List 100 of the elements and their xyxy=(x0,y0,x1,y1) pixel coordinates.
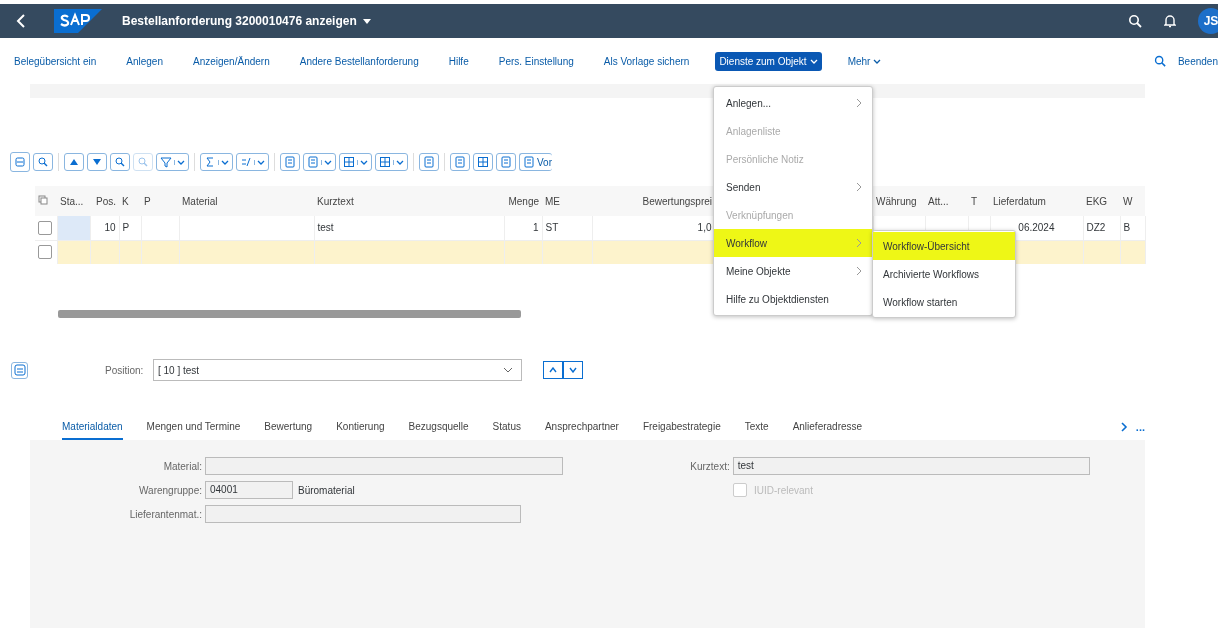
menu-item[interactable]: Workflow xyxy=(714,229,872,257)
menu-item[interactable]: Senden xyxy=(714,173,872,201)
menu-item[interactable]: Hilfe zu Objektdiensten xyxy=(714,285,872,313)
row-checkbox[interactable] xyxy=(38,220,52,235)
field-label: Warengruppe: xyxy=(138,484,202,496)
column-header[interactable]: ME xyxy=(545,195,560,207)
exit-button[interactable]: Beenden xyxy=(1173,51,1218,71)
tab[interactable]: Bewertung xyxy=(264,414,313,440)
input-field[interactable]: 04001 xyxy=(205,481,293,499)
column-header[interactable]: W xyxy=(1123,195,1133,207)
table-cell: B xyxy=(1123,222,1131,234)
toolbar-button[interactable]: Anzeigen/Ändern xyxy=(189,51,274,71)
table-cell: ST xyxy=(545,222,559,234)
grid-icon xyxy=(343,156,355,168)
toolbar-button[interactable]: Anlegen xyxy=(122,51,167,71)
layout-button[interactable] xyxy=(11,361,28,379)
grid-icon xyxy=(477,156,489,168)
document-icon xyxy=(423,156,435,168)
menu-item[interactable]: Meine Objekte xyxy=(714,257,872,285)
toolbar-button[interactable]: Belegübersicht ein xyxy=(10,51,101,71)
menu-item[interactable]: Anlegen... xyxy=(714,89,872,117)
tab[interactable]: Status xyxy=(492,414,521,440)
bell-icon[interactable] xyxy=(1164,14,1176,28)
column-header[interactable]: P xyxy=(144,195,151,207)
row-checkbox[interactable] xyxy=(38,245,52,260)
input-field[interactable] xyxy=(205,505,521,523)
menu-item[interactable]: Archivierte Workflows xyxy=(873,260,1015,288)
tab[interactable]: Bezugsquelle xyxy=(408,414,469,440)
caret-icon xyxy=(362,18,371,24)
toolbar-button[interactable]: Als Vorlage sichern xyxy=(599,51,694,71)
position-select[interactable]: [ 10 ] test xyxy=(153,359,522,381)
document-button[interactable] xyxy=(303,153,336,171)
search-icon[interactable] xyxy=(1128,14,1142,28)
triangle-up-button[interactable] xyxy=(64,153,84,171)
column-header[interactable]: Att... xyxy=(928,195,949,207)
toolbar-button[interactable]: Andere Bestellanforderung xyxy=(295,51,423,71)
zoom-icon xyxy=(37,156,49,168)
chevron-down-icon xyxy=(218,159,229,165)
tab[interactable]: Ansprechpartner xyxy=(544,414,619,440)
menu-button[interactable]: Mehr xyxy=(843,51,886,71)
menu-button[interactable]: Dienste zum Objekt xyxy=(715,51,822,71)
menu-item[interactable]: Workflow starten xyxy=(873,288,1015,316)
grid-button[interactable] xyxy=(339,153,372,171)
field-label: Position: xyxy=(105,364,145,376)
field-label: Kurztext: xyxy=(689,460,730,472)
fraction-button[interactable] xyxy=(236,153,269,171)
document-button[interactable] xyxy=(280,153,300,171)
select-all-icon xyxy=(38,195,48,205)
toolbar-button[interactable]: Hilfe xyxy=(444,51,473,71)
layout-button[interactable] xyxy=(10,152,30,172)
next-button[interactable] xyxy=(563,361,583,379)
document-button[interactable] xyxy=(496,153,516,171)
chevron-down-icon xyxy=(873,58,882,64)
chevron-up-icon xyxy=(549,367,557,373)
toolbar-button[interactable]: Pers. Einstellung xyxy=(494,51,578,71)
filter-icon xyxy=(160,156,172,168)
previous-button[interactable] xyxy=(543,361,563,379)
search-button[interactable] xyxy=(110,153,130,171)
search-icon[interactable] xyxy=(1153,55,1166,67)
app-title-menu[interactable]: Bestellanforderung 3200010476 anzeigen xyxy=(122,14,371,28)
field-description: Büromaterial xyxy=(298,484,355,496)
chevron-right-icon[interactable] xyxy=(1119,422,1128,432)
tab[interactable]: Texte xyxy=(744,414,769,440)
column-header[interactable]: Kurztext xyxy=(317,195,354,207)
column-header[interactable]: K xyxy=(122,195,129,207)
field-label: Lieferantenmat.: xyxy=(128,508,202,520)
search-icon xyxy=(137,156,149,168)
grid-button[interactable] xyxy=(375,153,408,171)
document-icon xyxy=(284,156,296,168)
zoom-button[interactable] xyxy=(33,153,53,171)
search-icon xyxy=(114,156,126,168)
table-cell: test xyxy=(317,222,334,234)
sum-button[interactable] xyxy=(200,153,233,171)
triangle-down-button[interactable] xyxy=(87,153,107,171)
tab[interactable]: Kontierung xyxy=(336,414,385,440)
document-icon xyxy=(523,156,535,168)
toolbar-button[interactable]: Vor xyxy=(519,153,552,171)
user-avatar[interactable]: JS xyxy=(1198,8,1218,34)
column-header[interactable]: Material xyxy=(182,195,218,207)
more-tabs-button[interactable]: ... xyxy=(1135,421,1145,433)
document-button[interactable] xyxy=(450,153,470,171)
layout-icon xyxy=(13,364,26,376)
grid-button[interactable] xyxy=(473,153,493,171)
filter-button[interactable] xyxy=(156,153,189,171)
chevron-down-icon xyxy=(503,367,513,373)
chevron-down-icon xyxy=(569,367,577,373)
tab[interactable]: Mengen und Termine xyxy=(146,414,241,440)
chevron-down-icon xyxy=(357,159,368,165)
input-field[interactable] xyxy=(205,457,563,475)
column-header[interactable]: T xyxy=(971,195,978,207)
menu-item[interactable]: Workflow-Übersicht xyxy=(873,232,1015,260)
chevron-down-icon xyxy=(321,159,332,165)
document-button[interactable] xyxy=(419,153,439,171)
tab[interactable]: Anlieferadresse xyxy=(792,414,863,440)
input-field[interactable]: test xyxy=(732,457,1090,475)
table-cell: DZ2 xyxy=(1086,222,1106,234)
document-icon xyxy=(307,156,319,168)
table-cell: P xyxy=(122,222,130,234)
tab[interactable]: Freigabestrategie xyxy=(642,414,721,440)
table-cell: 1,0 xyxy=(697,222,712,234)
